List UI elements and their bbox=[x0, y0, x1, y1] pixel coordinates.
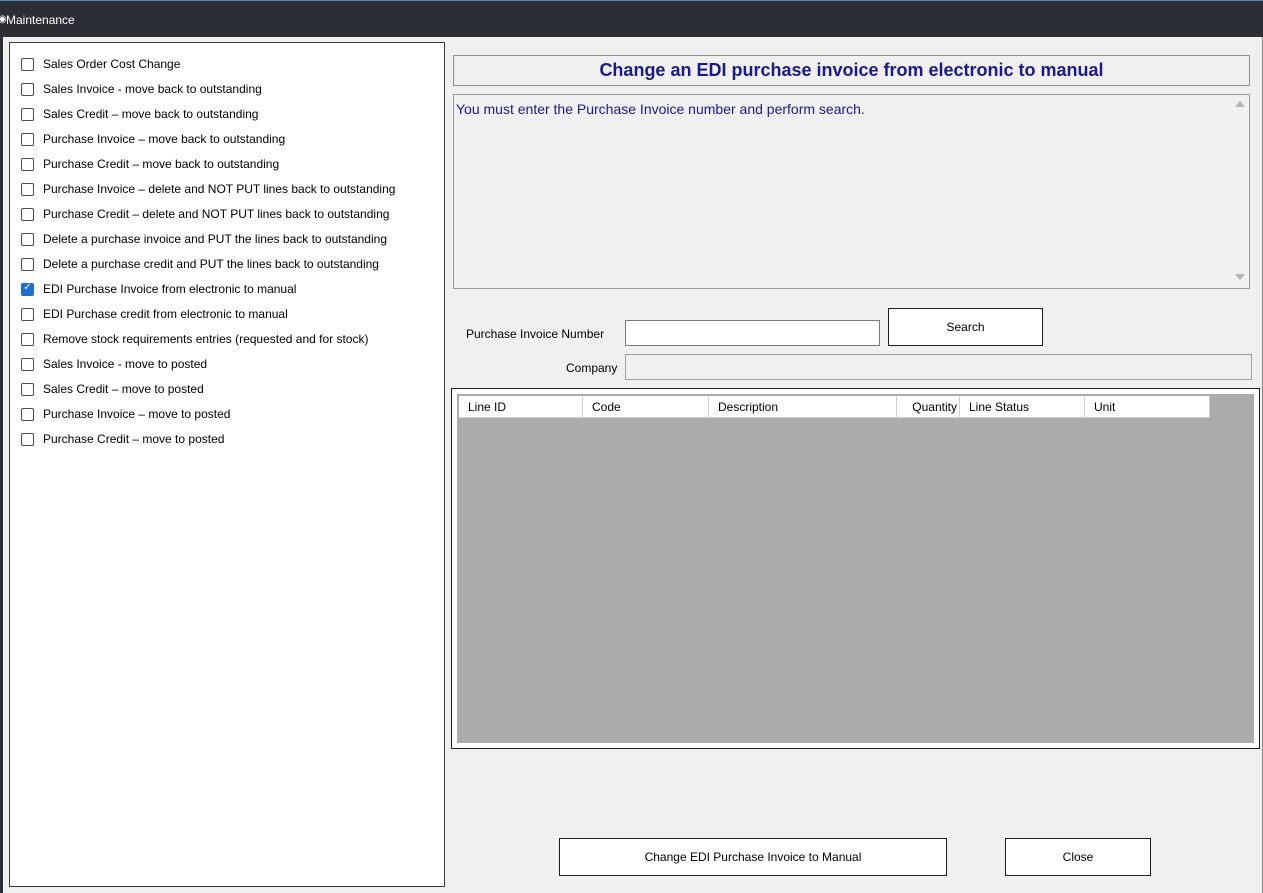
grid-body: Line ID Code Description Quantity Line S… bbox=[457, 394, 1254, 743]
checkbox[interactable] bbox=[21, 157, 34, 171]
option-item[interactable]: Sales Invoice - move to posted bbox=[21, 355, 207, 373]
checkbox[interactable] bbox=[21, 232, 34, 246]
grid-header-row: Line ID Code Description Quantity Line S… bbox=[459, 396, 1210, 418]
option-item[interactable]: Purchase Credit – delete and NOT PUT lin… bbox=[21, 205, 389, 223]
column-header-unit[interactable]: Unit bbox=[1085, 396, 1210, 418]
option-label: Sales Credit – move to posted bbox=[43, 382, 204, 396]
option-item[interactable]: Delete a purchase credit and PUT the lin… bbox=[21, 255, 379, 273]
option-label: Sales Invoice - move back to outstanding bbox=[43, 82, 262, 96]
option-label: Sales Credit – move back to outstanding bbox=[43, 107, 259, 121]
option-label: Purchase Credit – delete and NOT PUT lin… bbox=[43, 207, 390, 221]
checkbox[interactable] bbox=[21, 307, 34, 321]
page-title: Change an EDI purchase invoice from elec… bbox=[453, 55, 1250, 86]
checkbox[interactable] bbox=[21, 407, 34, 421]
option-item[interactable]: Sales Order Cost Change bbox=[21, 55, 180, 73]
option-item[interactable]: Sales Credit – move to posted bbox=[21, 380, 204, 398]
scroll-up-arrow-icon[interactable] bbox=[1235, 101, 1245, 107]
option-label: Purchase Invoice – move back to outstand… bbox=[43, 132, 286, 146]
option-label: Delete a purchase credit and PUT the lin… bbox=[43, 257, 379, 271]
option-label: Sales Order Cost Change bbox=[43, 57, 181, 71]
option-item[interactable]: ✓ EDI Purchase Invoice from electronic to… bbox=[21, 280, 296, 298]
option-item[interactable]: Sales Invoice - move back to outstanding bbox=[21, 80, 262, 98]
search-button[interactable]: Search bbox=[888, 308, 1043, 346]
check-icon: ✓ bbox=[23, 281, 32, 293]
checkbox[interactable] bbox=[21, 82, 34, 96]
column-header-line-id[interactable]: Line ID bbox=[459, 396, 583, 418]
option-label: EDI Purchase credit from electronic to m… bbox=[43, 307, 288, 321]
option-item[interactable]: Purchase Invoice – move back to outstand… bbox=[21, 130, 285, 148]
checkbox[interactable] bbox=[21, 382, 34, 396]
checkbox[interactable] bbox=[21, 182, 34, 196]
change-to-manual-button[interactable]: Change EDI Purchase Invoice to Manual bbox=[559, 838, 947, 876]
checkbox[interactable] bbox=[21, 207, 34, 221]
window-frame-left bbox=[0, 37, 3, 893]
option-item[interactable]: Purchase Invoice – move to posted bbox=[21, 405, 230, 423]
info-textarea[interactable]: You must enter the Purchase Invoice numb… bbox=[453, 94, 1250, 289]
purchase-invoice-label: Purchase Invoice Number bbox=[466, 327, 605, 341]
column-header-code[interactable]: Code bbox=[583, 396, 709, 418]
checkbox[interactable] bbox=[21, 432, 34, 446]
option-label: Remove stock requirements entries (reque… bbox=[43, 332, 369, 346]
checkbox[interactable] bbox=[21, 357, 34, 371]
option-label: EDI Purchase Invoice from electronic to … bbox=[43, 282, 297, 296]
option-item[interactable]: Purchase Invoice – delete and NOT PUT li… bbox=[21, 180, 395, 198]
option-label: Delete a purchase invoice and PUT the li… bbox=[43, 232, 387, 246]
column-header-description[interactable]: Description bbox=[709, 396, 897, 418]
checkbox[interactable] bbox=[21, 257, 34, 271]
purchase-invoice-input[interactable] bbox=[625, 320, 880, 346]
company-label: Company bbox=[566, 361, 618, 375]
option-label: Purchase Invoice – delete and NOT PUT li… bbox=[43, 182, 396, 196]
checkbox[interactable] bbox=[21, 332, 34, 346]
column-header-line-status[interactable]: Line Status bbox=[960, 396, 1085, 418]
option-item[interactable]: Delete a purchase invoice and PUT the li… bbox=[21, 230, 387, 248]
window-title: Maintenance bbox=[6, 13, 75, 27]
option-label: Sales Invoice - move to posted bbox=[43, 357, 208, 371]
option-label: Purchase Invoice – move to posted bbox=[43, 407, 231, 421]
checkbox[interactable] bbox=[21, 107, 34, 121]
option-item[interactable]: Purchase Credit – move to posted bbox=[21, 430, 224, 448]
checkbox[interactable] bbox=[21, 132, 34, 146]
option-item[interactable]: Purchase Credit – move back to outstandi… bbox=[21, 155, 279, 173]
option-item[interactable]: EDI Purchase credit from electronic to m… bbox=[21, 305, 288, 323]
checkbox[interactable] bbox=[21, 57, 34, 71]
company-field bbox=[625, 354, 1252, 380]
options-panel: Sales Order Cost Change Sales Invoice - m… bbox=[9, 42, 445, 887]
option-item[interactable]: Remove stock requirements entries (reque… bbox=[21, 330, 368, 348]
lines-grid[interactable]: Line ID Code Description Quantity Line S… bbox=[451, 388, 1260, 749]
info-text: You must enter the Purchase Invoice numb… bbox=[456, 101, 865, 117]
option-label: Purchase Credit – move back to outstandi… bbox=[43, 157, 280, 171]
column-header-quantity[interactable]: Quantity bbox=[897, 396, 960, 418]
scroll-down-arrow-icon[interactable] bbox=[1235, 274, 1245, 280]
close-button[interactable]: Close bbox=[1005, 838, 1151, 876]
option-item[interactable]: Sales Credit – move back to outstanding bbox=[21, 105, 258, 123]
info-scrollbar[interactable] bbox=[1232, 95, 1249, 288]
option-label: Purchase Credit – move to posted bbox=[43, 432, 225, 446]
title-bar: ◉ Maintenance bbox=[0, 0, 1263, 37]
checkbox-checked[interactable]: ✓ bbox=[21, 281, 34, 296]
